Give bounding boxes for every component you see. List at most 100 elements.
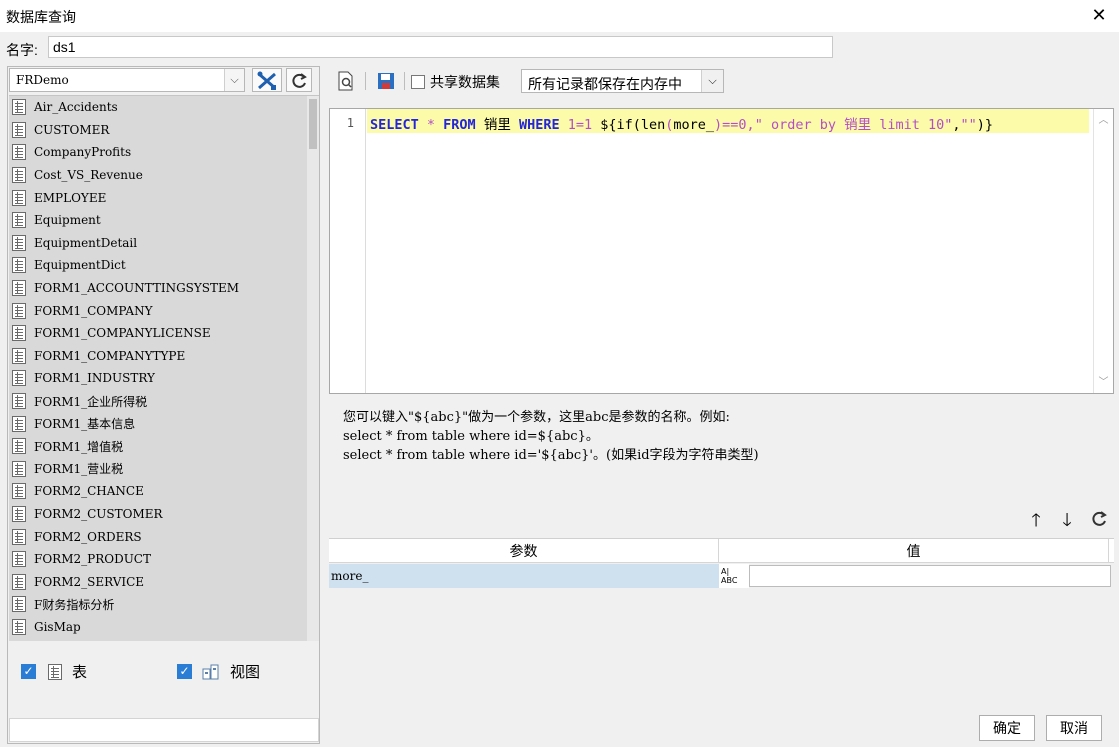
scrollbar-thumb[interactable]	[309, 99, 317, 149]
table-list: Air_Accidents CUSTOMER CompanyProfits Cost_…	[9, 95, 319, 641]
table-row[interactable]: more_ A| ABC	[329, 564, 1114, 588]
tok-str1: " order by 销里 limit 10"	[754, 117, 953, 133]
datasource-select[interactable]: FRDemo ⌵	[9, 68, 245, 92]
table-icon	[12, 596, 26, 613]
list-item[interactable]: CompanyProfits	[9, 141, 319, 164]
line-gutter: 1	[330, 109, 366, 393]
connection-settings-button[interactable]	[252, 68, 282, 92]
table-name: FORM2_ORDERS	[34, 529, 142, 544]
dialog-body: 名字: FRDemo ⌵ Air_Accidents CUSTOMER Compan…	[0, 32, 1119, 747]
table-icon	[12, 528, 26, 545]
table-name: Equipment	[34, 213, 101, 228]
list-item[interactable]: Air_Accidents	[9, 96, 319, 119]
list-item[interactable]: FORM1_INDUSTRY	[9, 367, 319, 390]
table-name: FORM2_CHANCE	[34, 484, 144, 499]
table-name: CompanyProfits	[34, 145, 132, 160]
table-icon	[12, 460, 26, 477]
editor-scrollbar[interactable]: ︿ ﹀	[1093, 109, 1113, 393]
kw-where: WHERE	[518, 117, 560, 133]
share-dataset-checkbox[interactable]: 共享数据集	[411, 72, 500, 92]
current-line[interactable]: SELECT * FROM 销里 WHERE 1=1 ${if(len(more…	[367, 109, 1089, 133]
list-item[interactable]: EquipmentDetail	[9, 232, 319, 255]
table-icon	[12, 347, 26, 364]
list-item[interactable]: FORM1_营业税	[9, 458, 319, 481]
memory-mode-select[interactable]: 所有记录都保存在内存中 ⌵	[521, 69, 724, 93]
title-bar: 数据库查询 ✕	[0, 0, 1119, 32]
sql-editor[interactable]: 1 SELECT * FROM 销里 WHERE 1=1 ${if(len(mo…	[329, 108, 1114, 394]
chevron-down-icon[interactable]: ⌵	[224, 69, 244, 91]
ok-button[interactable]: 确定	[979, 715, 1035, 741]
list-item[interactable]: FORM1_COMPANYTYPE	[9, 345, 319, 368]
refresh-button[interactable]	[286, 68, 312, 92]
table-items: Air_Accidents CUSTOMER CompanyProfits Cost_…	[9, 96, 319, 638]
check-view[interactable]: ✓ 视图	[177, 661, 260, 682]
preview-icon[interactable]	[335, 70, 357, 92]
list-item[interactable]: FORM2_PRODUCT	[9, 548, 319, 571]
check-table-label: 表	[72, 664, 88, 681]
table-icon	[12, 99, 26, 116]
move-down-icon[interactable]: 🡓	[1057, 510, 1077, 530]
name-label: 名字:	[6, 42, 38, 58]
chevron-down-icon[interactable]: ﹀	[1094, 373, 1113, 391]
list-item[interactable]: EMPLOYEE	[9, 186, 319, 209]
hint-line-1: 您可以键入"${abc}"做为一个参数，这里abc是参数的名称。例如:	[343, 410, 730, 425]
table-icon	[12, 144, 26, 161]
datasource-value: FRDemo	[16, 73, 69, 87]
chevron-up-icon[interactable]: ︿	[1094, 111, 1113, 129]
table-icon	[12, 121, 26, 138]
table-icon	[12, 483, 26, 500]
tok-cond: 1=1	[559, 117, 601, 133]
text-type-icon[interactable]: A| ABC	[719, 564, 749, 588]
table-name: FORM1_COMPANYTYPE	[34, 348, 186, 363]
list-item[interactable]: F财务指标分析	[9, 593, 319, 616]
refresh-params-icon[interactable]	[1089, 510, 1109, 530]
parameter-hint: 您可以键入"${abc}"做为一个参数，这里abc是参数的名称。例如: sele…	[343, 408, 759, 465]
table-name: EquipmentDict	[34, 258, 126, 273]
table-icon	[12, 415, 26, 432]
list-item[interactable]: FORM1_COMPANY	[9, 299, 319, 322]
table-name: Air_Accidents	[34, 100, 118, 115]
list-item[interactable]: FORM2_CHANCE	[9, 480, 319, 503]
list-item[interactable]: FORM1_COMPANYLICENSE	[9, 322, 319, 345]
list-item[interactable]: Equipment	[9, 209, 319, 232]
table-search-input[interactable]	[9, 718, 319, 742]
table-icon	[12, 393, 26, 410]
col-param: 参数	[329, 539, 719, 563]
table-name: FORM1_营业税	[34, 462, 124, 477]
table-name: FORM2_CUSTOMER	[34, 506, 163, 521]
cancel-button[interactable]: 取消	[1046, 715, 1102, 741]
list-item[interactable]: FORM2_CUSTOMER	[9, 503, 319, 526]
param-name[interactable]: more_	[329, 564, 719, 588]
list-item[interactable]: FORM1_企业所得税	[9, 390, 319, 413]
table-icon	[12, 551, 26, 568]
list-item[interactable]: FORM1_基本信息	[9, 412, 319, 435]
list-item[interactable]: Cost_VS_Revenue	[9, 164, 319, 187]
close-icon[interactable]: ✕	[1089, 4, 1109, 26]
list-scrollbar[interactable]	[307, 96, 319, 641]
sql-code[interactable]: SELECT * FROM 销里 WHERE 1=1 ${if(len(more…	[370, 113, 993, 133]
list-item[interactable]: CUSTOMER	[9, 119, 319, 142]
checkbox-unchecked-icon[interactable]	[411, 75, 425, 89]
list-item[interactable]: FORM2_SERVICE	[9, 570, 319, 593]
list-item[interactable]: EquipmentDict	[9, 254, 319, 277]
list-item[interactable]: FORM2_ORDERS	[9, 525, 319, 548]
parameter-table-header: 参数 值	[329, 539, 1114, 563]
list-item[interactable]: FORM1_增值税	[9, 435, 319, 458]
table-icon	[12, 167, 26, 184]
table-name: FORM1_企业所得税	[34, 394, 148, 409]
checkbox-checked-icon[interactable]: ✓	[177, 664, 192, 679]
param-value-input[interactable]	[749, 565, 1111, 587]
checkbox-checked-icon[interactable]: ✓	[21, 664, 36, 679]
check-table[interactable]: ✓ 表	[21, 661, 87, 682]
list-item[interactable]: FORM1_ACCOUNTTINGSYSTEM	[9, 277, 319, 300]
move-up-icon[interactable]: 🡑	[1026, 510, 1046, 530]
table-icon	[12, 189, 26, 206]
name-input[interactable]	[48, 36, 833, 58]
tok-star: *	[418, 117, 444, 133]
table-name: FORM1_INDUSTRY	[34, 371, 155, 386]
table-icon	[12, 325, 26, 342]
tok-expr-open: ${if(	[600, 117, 641, 133]
save-icon[interactable]	[375, 70, 397, 92]
chevron-down-icon[interactable]: ⌵	[701, 70, 723, 92]
list-item[interactable]: GisMap	[9, 616, 319, 639]
